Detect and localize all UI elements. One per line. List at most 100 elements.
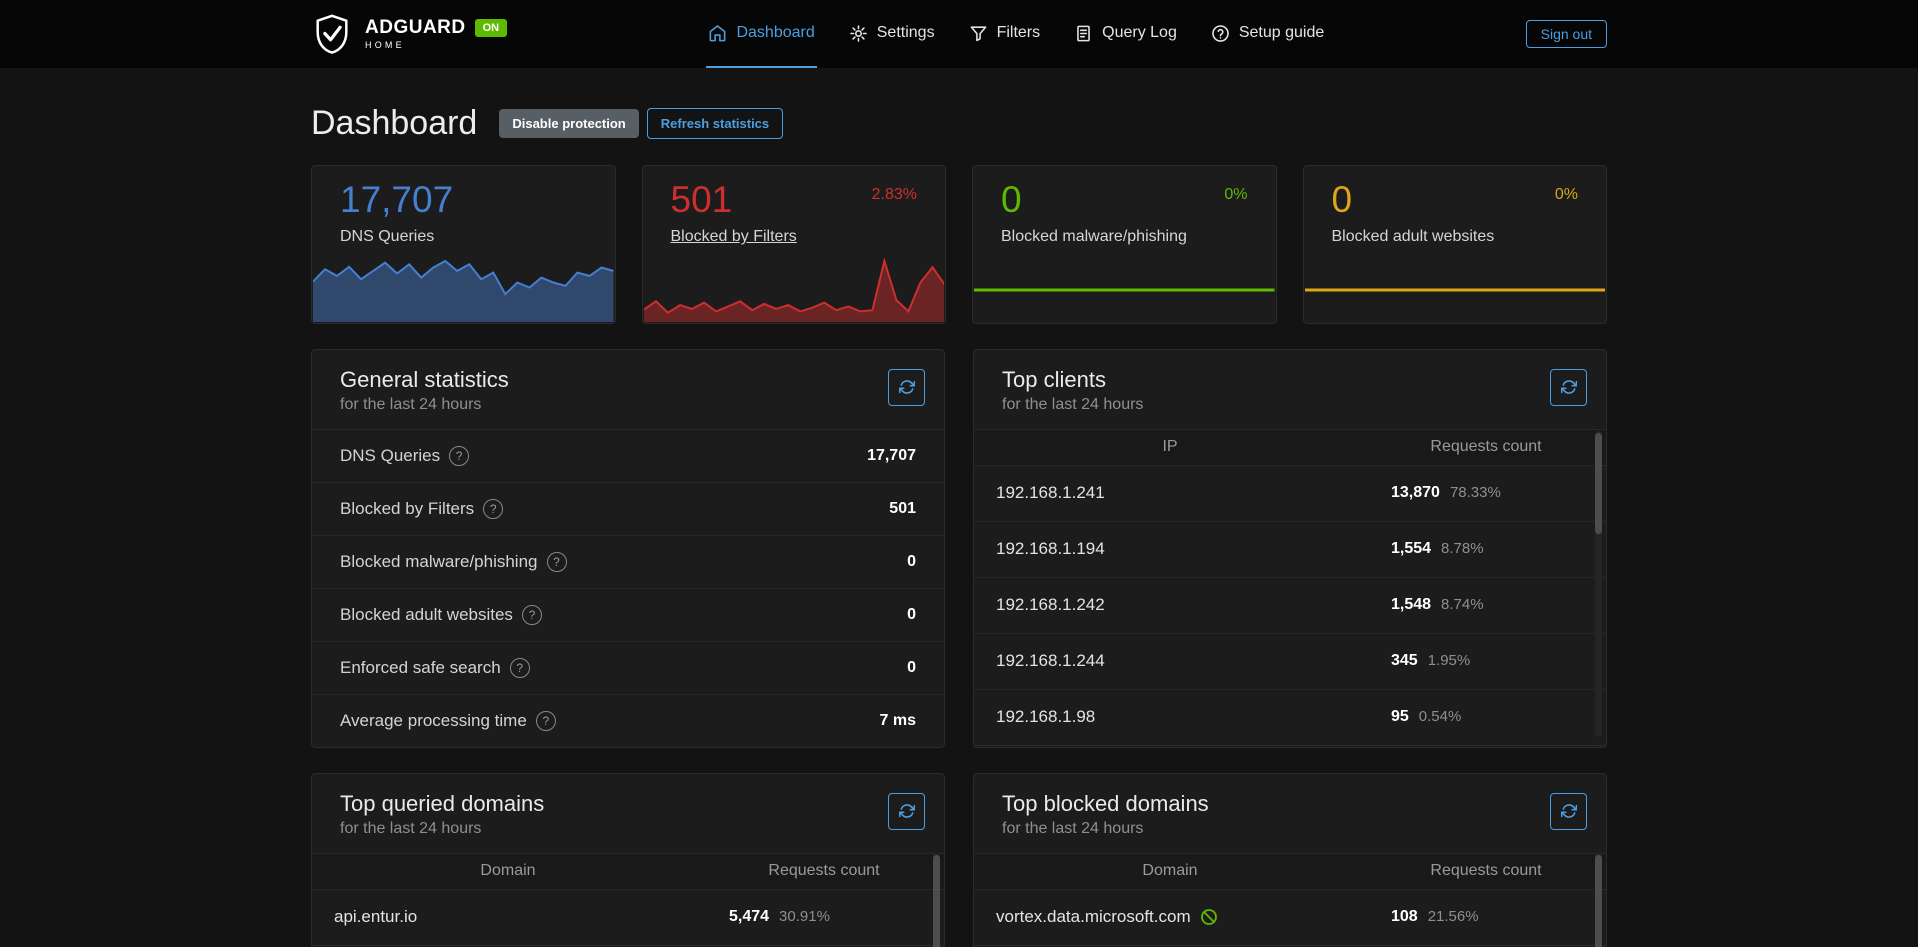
nav-item-dashboard[interactable]: Dashboard	[706, 0, 816, 68]
help-icon[interactable]	[510, 658, 530, 678]
refresh-button[interactable]	[1550, 793, 1587, 830]
stats-row: Blocked adult websites 0	[312, 588, 944, 641]
column-header-requests: Requests count	[1366, 438, 1606, 456]
brand[interactable]: ADGUARD ON HOME	[311, 0, 507, 68]
help-icon[interactable]	[536, 711, 556, 731]
card-title: General statistics	[340, 367, 916, 393]
dashboard-page: Dashboard Disable protection Refresh sta…	[311, 103, 1607, 947]
client-row: 192.168.1.242 1,548 8.74%	[974, 578, 1606, 634]
domain-name[interactable]: vortex.data.microsoft.com	[996, 907, 1191, 927]
client-row: 192.168.1.241 13,870 78.33%	[974, 466, 1606, 522]
client-ip[interactable]: 192.168.1.241	[996, 483, 1391, 503]
blocked-by-filters-link[interactable]: Blocked by Filters	[671, 228, 797, 246]
app-header: ADGUARD ON HOME Dashboard Settings	[0, 0, 1918, 68]
nav-item-settings[interactable]: Settings	[847, 0, 937, 68]
stat-row-label: Blocked malware/phishing	[340, 552, 538, 572]
stat-label: Blocked malware/phishing	[1001, 228, 1187, 246]
client-ip[interactable]: 192.168.1.244	[996, 651, 1391, 671]
document-icon	[1074, 24, 1093, 43]
card-subtitle: for the last 24 hours	[1002, 396, 1578, 414]
refresh-statistics-button[interactable]: Refresh statistics	[647, 108, 783, 139]
requests-percent: 8.74%	[1441, 596, 1484, 613]
stat-row-label: Blocked adult websites	[340, 605, 513, 625]
stat-value: 501	[671, 178, 733, 222]
stat-card-dns-queries: 17,707 DNS Queries	[311, 165, 616, 324]
help-icon[interactable]	[522, 605, 542, 625]
column-header-requests: Requests count	[1366, 862, 1606, 880]
card-subtitle: for the last 24 hours	[340, 820, 916, 838]
client-ip[interactable]: 192.168.1.242	[996, 595, 1391, 615]
stat-label: DNS Queries	[340, 228, 434, 246]
stat-row-value: 7 ms	[880, 712, 916, 730]
column-header-domain: Domain	[974, 862, 1366, 880]
requests-percent: 78.33%	[1450, 484, 1501, 501]
stat-card-blocked-adult: 0 0% Blocked adult websites	[1303, 165, 1608, 324]
requests-count: 13,870	[1391, 484, 1440, 502]
nav-item-setup-guide[interactable]: Setup guide	[1209, 0, 1326, 68]
card-subtitle: for the last 24 hours	[340, 396, 916, 414]
client-row: 192.168.1.98 95 0.54%	[974, 690, 1606, 746]
domain-name[interactable]: api.entur.io	[334, 907, 729, 927]
stat-row-label: Blocked by Filters	[340, 499, 474, 519]
nav-item-query-log[interactable]: Query Log	[1072, 0, 1179, 68]
page-header: Dashboard Disable protection Refresh sta…	[311, 103, 1607, 144]
top-queried-domains-card: Top queried domains for the last 24 hour…	[311, 773, 945, 947]
help-circle-icon	[1211, 24, 1230, 43]
stat-value: 0	[1001, 178, 1022, 222]
sign-out-button[interactable]: Sign out	[1526, 20, 1607, 48]
general-statistics-card: General statistics for the last 24 hours…	[311, 349, 945, 748]
adguard-logo-icon	[311, 13, 353, 55]
funnel-icon	[969, 24, 988, 43]
stats-row: Blocked by Filters 501	[312, 482, 944, 535]
stat-percent: 2.83%	[872, 186, 917, 204]
column-header-domain: Domain	[312, 862, 704, 880]
client-ip[interactable]: 192.168.1.194	[996, 539, 1391, 559]
stats-row: Blocked malware/phishing 0	[312, 535, 944, 588]
client-row: 192.168.1.244 345 1.95%	[974, 634, 1606, 690]
refresh-button[interactable]	[888, 369, 925, 406]
requests-percent: 8.78%	[1441, 540, 1484, 557]
stat-row-label: DNS Queries	[340, 446, 440, 466]
top-blocked-domains-card: Top blocked domains for the last 24 hour…	[973, 773, 1607, 947]
stats-row: Enforced safe search 0	[312, 641, 944, 694]
nav-item-filters[interactable]: Filters	[967, 0, 1043, 68]
scrollbar-thumb[interactable]	[1595, 433, 1602, 534]
card-title: Top queried domains	[340, 791, 916, 817]
column-header-requests: Requests count	[704, 862, 944, 880]
stat-percent: 0%	[1555, 186, 1578, 204]
requests-percent: 0.54%	[1419, 708, 1462, 725]
scrollbar	[933, 853, 940, 947]
stat-row-label: Enforced safe search	[340, 658, 501, 678]
stat-row-value: 0	[907, 606, 916, 624]
disable-protection-button[interactable]: Disable protection	[499, 109, 638, 138]
brand-sub: HOME	[365, 40, 507, 50]
requests-count: 1,554	[1391, 540, 1431, 558]
help-icon[interactable]	[483, 499, 503, 519]
blocked-adult-sparkline	[1305, 255, 1606, 322]
client-row: 192.168.1.194 1,554 8.78%	[974, 522, 1606, 578]
refresh-button[interactable]	[1550, 369, 1587, 406]
requests-count: 108	[1391, 908, 1418, 926]
stat-row-value: 0	[907, 553, 916, 571]
table-header: Domain Requests count	[312, 853, 944, 890]
domain-row: api.entur.io 5,474 30.91%	[312, 890, 944, 946]
refresh-icon	[1561, 379, 1577, 395]
top-clients-card: Top clients for the last 24 hours IP Req…	[973, 349, 1607, 748]
blocked-malware-sparkline	[974, 255, 1275, 322]
stat-label: Blocked adult websites	[1332, 228, 1495, 246]
client-ip[interactable]: 192.168.1.98	[996, 707, 1391, 727]
scrollbar-thumb[interactable]	[1595, 855, 1602, 947]
help-icon[interactable]	[449, 446, 469, 466]
requests-count: 95	[1391, 708, 1409, 726]
column-header-ip: IP	[974, 438, 1366, 456]
requests-percent: 21.56%	[1428, 908, 1479, 925]
stat-row-label: Average processing time	[340, 711, 527, 731]
refresh-button[interactable]	[888, 793, 925, 830]
home-icon	[708, 24, 727, 43]
stats-row: DNS Queries 17,707	[312, 429, 944, 482]
help-icon[interactable]	[547, 552, 567, 572]
requests-count: 1,548	[1391, 596, 1431, 614]
requests-percent: 1.95%	[1428, 652, 1471, 669]
scrollbar-thumb[interactable]	[933, 855, 940, 947]
stat-row-value: 17,707	[867, 447, 916, 465]
